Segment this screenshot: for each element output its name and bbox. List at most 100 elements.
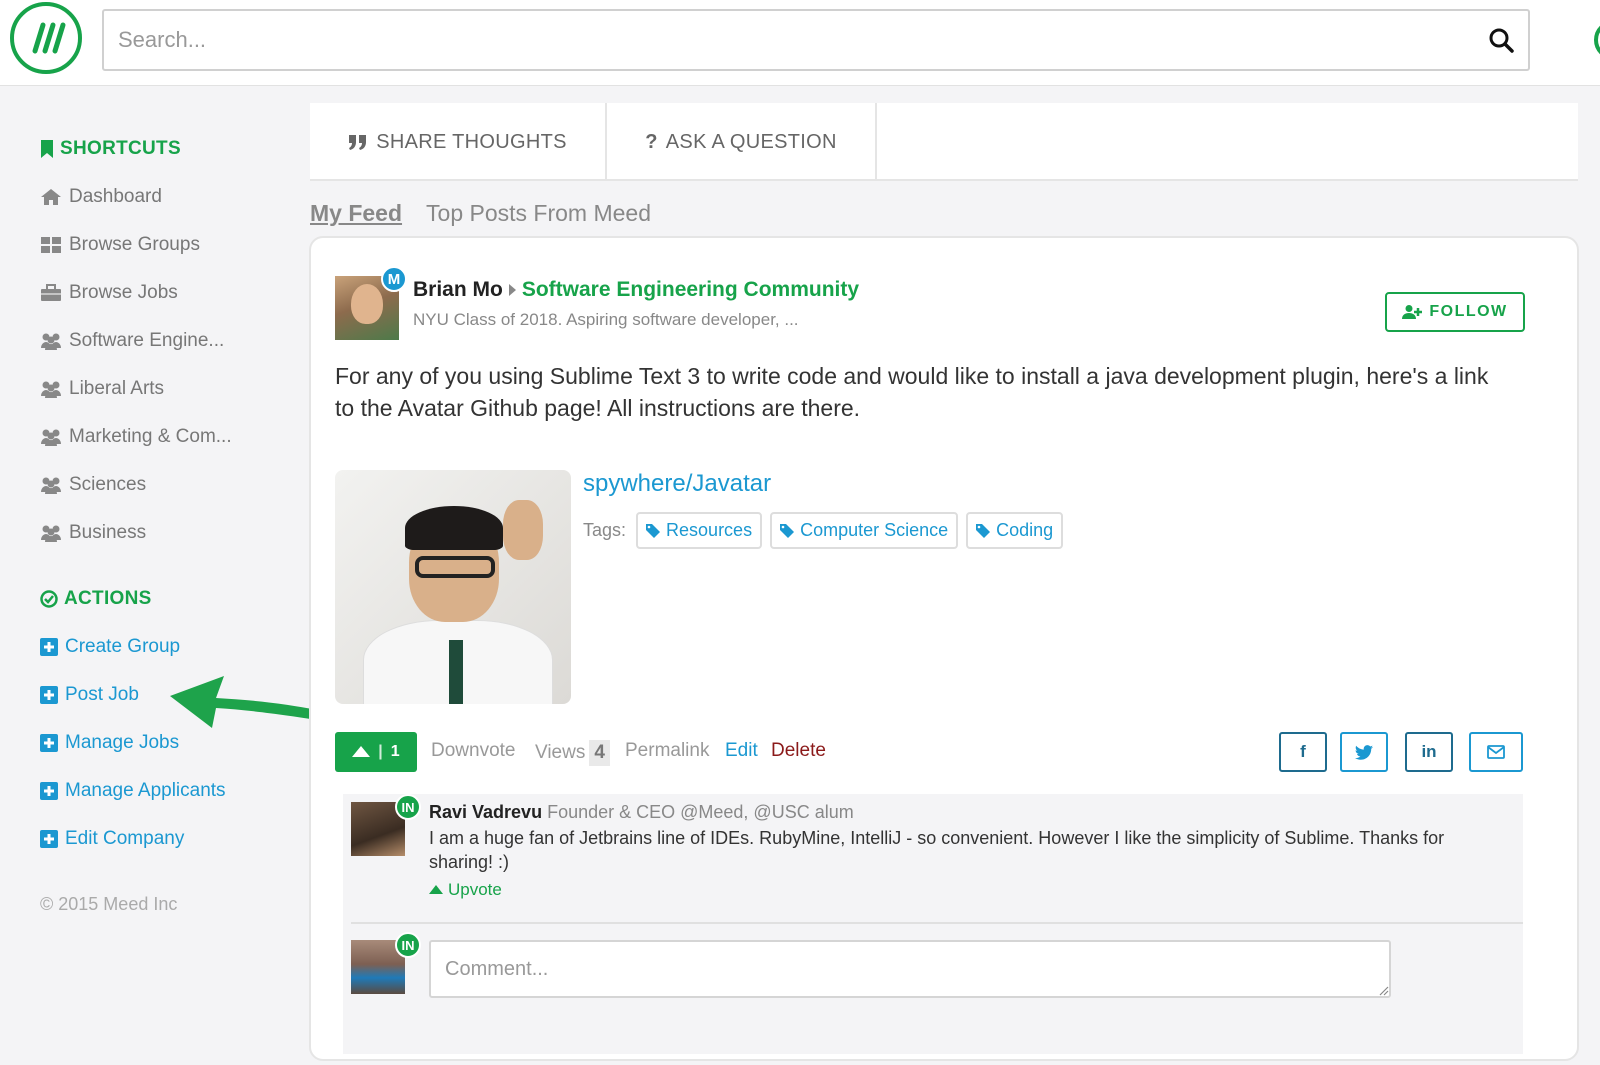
post-body: For any of you using Sublime Text 3 to w… (335, 363, 1489, 421)
plus-square-icon (40, 686, 58, 704)
search-input[interactable] (104, 11, 1454, 69)
share-thoughts-tab[interactable]: SHARE THOUGHTS (310, 103, 607, 181)
tab-my-feed[interactable]: My Feed (310, 200, 402, 227)
current-user-badge: IN (395, 932, 421, 958)
sidebar-item-browse-groups[interactable]: Browse Groups (40, 234, 200, 256)
envelope-icon (1487, 745, 1505, 759)
sidebar-action-manage-applicants[interactable]: Manage Applicants (40, 780, 226, 802)
tag-computer-science[interactable]: Computer Science (770, 512, 959, 549)
comment-author-name[interactable]: Ravi Vadrevu (429, 802, 542, 822)
sidebar-action-edit-company[interactable]: Edit Company (40, 828, 184, 850)
user-plus-icon (1402, 305, 1423, 319)
downvote-link[interactable]: Downvote (431, 740, 516, 762)
sidebar-item-marketing[interactable]: Marketing & Com... (40, 426, 232, 448)
follow-button[interactable]: FOLLOW (1385, 292, 1525, 332)
sidebar-action-post-job[interactable]: Post Job (40, 684, 139, 706)
users-icon (41, 477, 61, 494)
sidebar-item-business[interactable]: Business (40, 522, 146, 544)
views-label: Views 4 (535, 740, 610, 766)
resize-grip-icon[interactable] (1379, 986, 1389, 996)
tab-top-posts[interactable]: Top Posts From Meed (426, 200, 651, 227)
sidebar-action-manage-jobs[interactable]: Manage Jobs (40, 732, 179, 754)
copyright-text: © 2015 Meed Inc (40, 894, 178, 914)
share-twitter-button[interactable] (1340, 732, 1388, 772)
preview-tie (449, 640, 463, 704)
caret-right-icon (508, 284, 516, 296)
briefcase-icon (41, 284, 61, 301)
plus-square-icon (40, 782, 58, 800)
post-type-tabs: SHARE THOUGHTS ? ASK A QUESTION (310, 103, 1578, 181)
search-bar (102, 9, 1530, 71)
caret-up-icon (429, 885, 443, 894)
link-preview-image[interactable] (335, 470, 571, 704)
permalink-link[interactable]: Permalink (625, 740, 709, 762)
search-icon[interactable] (1488, 27, 1514, 53)
tag-icon (646, 523, 661, 538)
link-preview-title[interactable]: spywhere/Javatar (583, 470, 771, 498)
sidebar-item-dashboard[interactable]: Dashboard (40, 186, 162, 208)
sidebar-item-sciences[interactable]: Sciences (40, 474, 146, 496)
comment-upvote-link[interactable]: Upvote (429, 880, 502, 900)
sidebar-action-create-group[interactable]: Create Group (40, 636, 180, 658)
shortcuts-heading: SHORTCUTS (40, 138, 181, 160)
top-bar (0, 0, 1600, 86)
tag-coding[interactable]: Coding (966, 512, 1064, 549)
preview-hand (503, 500, 543, 560)
sidebar-item-liberal-arts[interactable]: Liberal Arts (40, 378, 164, 400)
tag-resources[interactable]: Resources (636, 512, 763, 549)
share-facebook-button[interactable]: f (1279, 732, 1327, 772)
post-card: M Brian Mo Software Engineering Communit… (309, 236, 1579, 1061)
meed-logo-icon[interactable] (10, 2, 82, 74)
author-line: Brian Mo Software Engineering Community (413, 278, 859, 302)
share-email-button[interactable] (1469, 732, 1523, 772)
preview-glasses (415, 556, 495, 578)
users-icon (41, 525, 61, 542)
author-subtitle: NYU Class of 2018. Aspiring software dev… (413, 310, 799, 329)
comment-text: I am a huge fan of Jetbrains line of IDE… (429, 828, 1445, 872)
edit-link[interactable]: Edit (725, 740, 758, 762)
upvote-divider: | (378, 743, 383, 760)
upvote-button[interactable]: | 1 (335, 732, 417, 772)
users-icon (41, 381, 61, 398)
caret-up-icon (352, 746, 371, 757)
plus-square-icon (40, 830, 58, 848)
comment-divider (351, 922, 1523, 924)
feed-tabs: My Feed Top Posts From Meed (310, 200, 651, 227)
community-link[interactable]: Software Engineering Community (522, 278, 859, 302)
share-linkedin-button[interactable]: in (1405, 732, 1453, 772)
sidebar-item-software-engineering[interactable]: Software Engine... (40, 330, 224, 352)
grid-icon (41, 237, 61, 253)
bookmark-icon (41, 140, 53, 158)
check-circle-icon (40, 590, 58, 608)
tag-icon (780, 523, 795, 538)
comment-author-headline: Founder & CEO @Meed, @USC alum (547, 802, 854, 822)
home-icon (41, 189, 61, 205)
profile-avatar[interactable] (1594, 20, 1600, 60)
upvote-count: 1 (390, 743, 400, 760)
comment-input[interactable] (429, 940, 1391, 998)
author-name[interactable]: Brian Mo (413, 278, 503, 302)
linkedin-icon: in (1421, 742, 1437, 761)
commenter-badge: IN (395, 794, 421, 820)
users-icon (41, 333, 61, 350)
tags-row: Tags: Resources Computer Science Coding (583, 512, 1064, 549)
users-icon (41, 429, 61, 446)
tags-label: Tags: (583, 520, 627, 540)
quote-icon (349, 135, 367, 150)
ask-question-tab[interactable]: ? ASK A QUESTION (607, 103, 877, 181)
facebook-icon: f (1300, 742, 1306, 761)
author-badge: M (381, 266, 407, 292)
sidebar-item-browse-jobs[interactable]: Browse Jobs (40, 282, 178, 304)
comment-author: Ravi Vadrevu Founder & CEO @Meed, @USC a… (429, 802, 854, 823)
actions-heading: ACTIONS (40, 588, 152, 610)
preview-hair (405, 506, 503, 550)
twitter-icon (1355, 744, 1373, 760)
delete-link[interactable]: Delete (771, 740, 826, 762)
post-actions-row: | 1 Downvote Views 4 Permalink Edit Delet… (335, 732, 1525, 774)
avatar-face (351, 284, 383, 324)
comments-section: IN Ravi Vadrevu Founder & CEO @Meed, @US… (343, 794, 1523, 1054)
plus-square-icon (40, 638, 58, 656)
plus-square-icon (40, 734, 58, 752)
logo-slashes (32, 22, 66, 54)
tag-icon (976, 523, 991, 538)
